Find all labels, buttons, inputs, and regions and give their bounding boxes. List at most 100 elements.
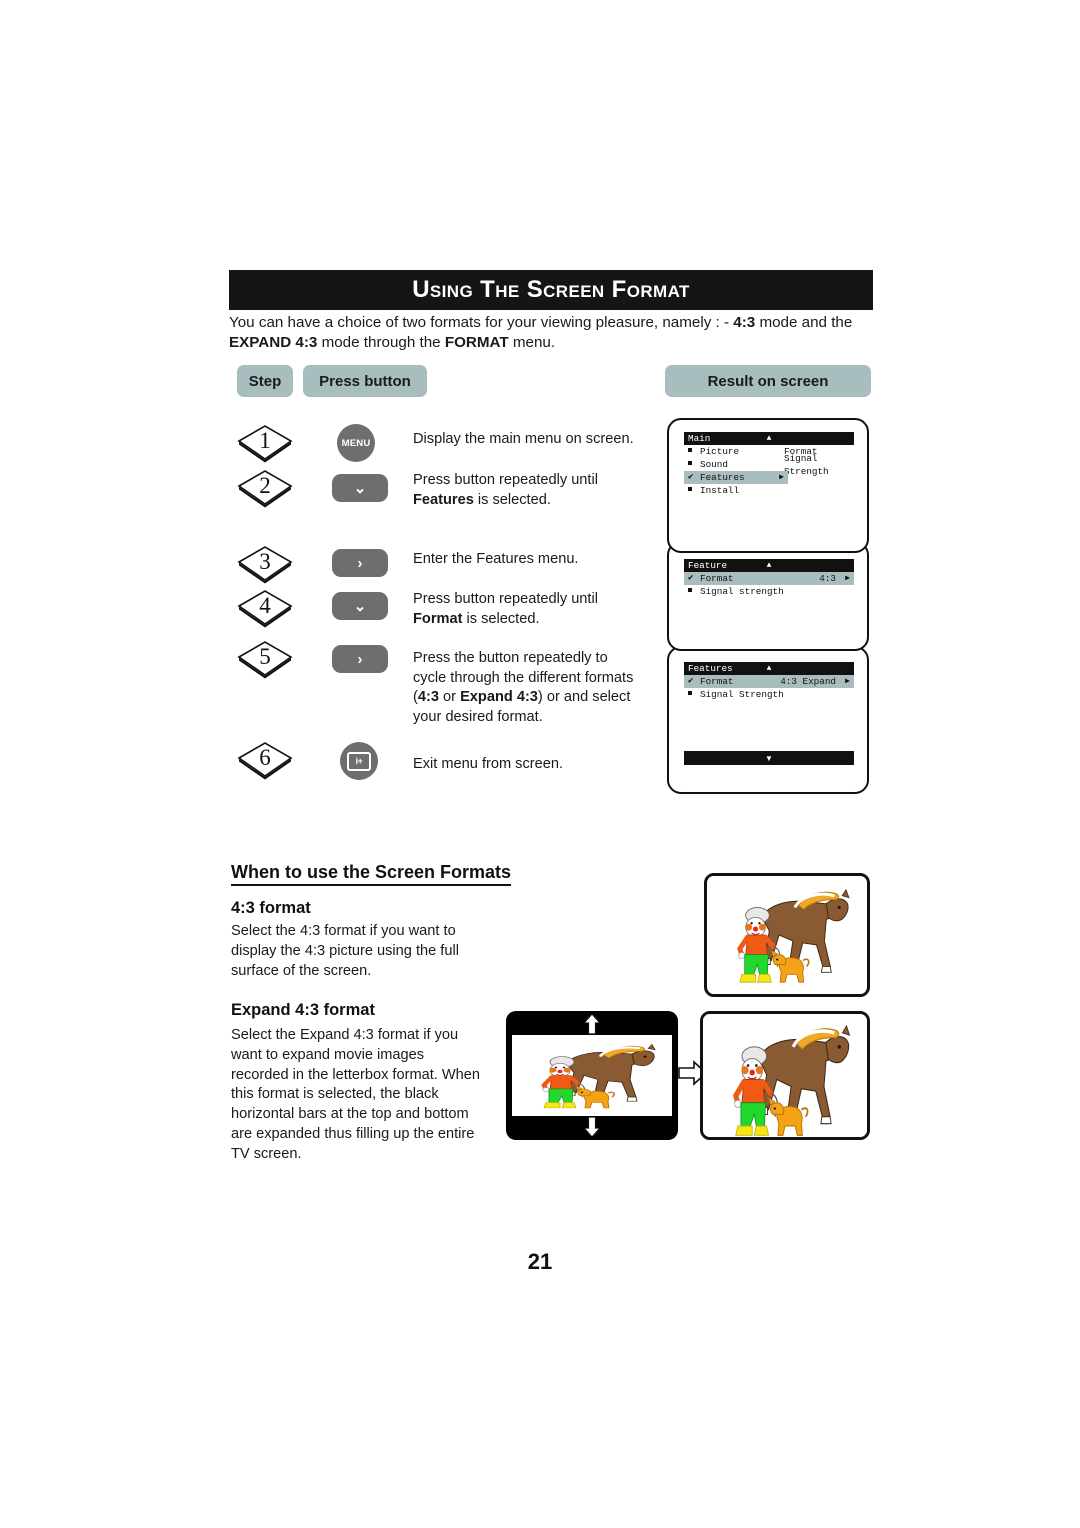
osd-row-sound-label: Sound [700,459,728,470]
page-title: Using the Screen Format [412,276,690,303]
step-5-line-2: cycle through the different formats [413,669,634,686]
osd-screen-features-expand: Features ▲ ✔ Format 4:3 Expand ▶ Signal … [667,646,869,794]
intro-part-1: You can have a choice of two formats for… [229,314,734,331]
step-5-bold-expand43: Expand 4:3 [460,689,538,706]
chevron-down-glyph-2: ⌄ [353,479,367,497]
section-title-bar: Using the Screen Format [229,270,873,310]
intro-bold-43: 4:3 [733,314,756,331]
osd-row-signal-strength-label: Signal strength [700,586,784,597]
osd-screen-feature: Feature ▲ ✔ Format 4:3 ▶ Signal strength [667,541,869,651]
bullet-square-icon [688,445,700,458]
osd-row-format-43[interactable]: ✔ Format 4:3 ▶ [684,572,854,585]
step-description-3: Enter the Features menu. [413,550,663,570]
osd-features-title-bar: Features ▲ [684,662,854,675]
check-icon: ✔ [688,573,694,583]
up-arrow-icon [581,1013,603,1035]
step-marker-6: 6 [236,738,294,780]
caret-right-icon: ▶ [845,574,850,583]
body-43-format: Select the 4:3 format if you want to dis… [231,923,459,979]
step-number-4: 4 [259,593,271,618]
osd-main-content: Main ▲ Picture Format Sound Signal Stren… [684,432,854,497]
osd-features-title: Features [688,663,733,674]
illustration-43-screen [704,873,870,997]
scroll-up-icon: ▲ [766,561,772,570]
step-1-line-1: Display the main menu on screen. [413,431,634,447]
illustration-letterbox-screen [506,1011,678,1140]
caret-right-icon: ▶ [779,473,784,482]
osd-row-features[interactable]: ✔ Features ▶ [684,471,788,484]
osd-features-expand-content: Features ▲ ✔ Format 4:3 Expand ▶ Signal … [684,662,854,701]
osd-row-features-label: Features [700,472,745,483]
body-expand-43-format: Select the Expand 4:3 format if you want… [231,1027,481,1162]
step-description-2: Press button repeatedly until Features i… [413,471,663,510]
step-marker-3: 3 [236,542,294,584]
osd-feature-title: Feature [688,560,728,571]
osd-row-signal-strength[interactable]: Signal strength [684,585,854,598]
step-number-5: 5 [259,644,271,669]
step-number-1: 1 [259,428,271,453]
step-5-bold-43: 4:3 [417,689,439,706]
osd-screen-main: Main ▲ Picture Format Sound Signal Stren… [667,418,869,553]
step-marker-1: 1 [236,421,294,463]
chevron-right-glyph-3: › [357,554,363,572]
step-5-line-3-close: ) or and select [537,689,631,706]
step-marker-5: 5 [236,637,294,679]
step-description-1: Display the main menu on screen. [413,430,663,450]
intro-part-3: mode through the [317,334,445,351]
step-number-2: 2 [259,473,271,498]
intro-paragraph: You can have a choice of two formats for… [229,313,879,353]
status-display-icon[interactable]: i+ [340,742,378,780]
osd-scroll-down-bar[interactable]: ▼ [684,751,854,765]
step-2-bold: Features [413,491,474,508]
column-header-step: Step [237,365,293,397]
page-number: 21 [527,1249,553,1274]
scroll-up-icon: ▲ [766,434,772,443]
clown-horse-dog-scene-letterbox [512,1035,672,1116]
manual-page: Using the Screen Format You can have a c… [0,0,1080,1528]
step-marker-2: 2 [236,466,294,508]
column-header-press-button: Press button [303,365,427,397]
osd-main-title: Main [688,433,711,444]
chevron-right-icon-step3[interactable]: › [332,549,388,577]
menu-button-icon[interactable]: MENU [337,424,375,462]
intro-part-4: menu. [508,334,556,351]
step-4-line-2-post: is selected. [462,610,540,627]
osd-row-signal-strength-2[interactable]: Signal Strength [684,688,854,701]
step-description-4: Press button repeatedly until Format is … [413,590,663,629]
osd-row-format-expand-label: Format [700,676,734,687]
osd-feature-title-bar: Feature ▲ [684,559,854,572]
osd-row-install[interactable]: Install [684,484,854,497]
intro-bold-expand43: EXPAND 4:3 [229,334,318,351]
step-description-6: Exit menu from screen. [413,755,663,775]
osd-row-format-expand[interactable]: ✔ Format 4:3 Expand ▶ [684,675,854,688]
chevron-right-icon-step5[interactable]: › [332,645,388,673]
caret-right-icon: ▶ [845,677,850,686]
check-icon: ✔ [688,472,694,482]
osd-row-signal-strength-2-label: Signal Strength [700,689,784,700]
down-arrow-icon [581,1116,603,1138]
step-3-line-1: Enter the Features menu. [413,551,579,567]
column-header-result-on-screen: Result on screen [665,365,871,397]
menu-button-label: MENU [341,437,371,449]
chevron-down-icon-step2[interactable]: ⌄ [332,474,388,502]
scroll-up-icon: ▲ [766,664,772,673]
heading-43-format: 4:3 format [231,899,311,917]
scroll-down-icon: ▼ [765,753,773,763]
osd-row-format-expand-value: 4:3 Expand [780,676,836,687]
chevron-down-glyph-4: ⌄ [353,597,367,615]
chevron-down-icon-step4[interactable]: ⌄ [332,592,388,620]
osd-row-sound[interactable]: Sound Signal Strength [684,453,854,477]
osd-row-picture-label: Picture [700,446,740,457]
status-display-glyph: i+ [347,751,371,771]
bullet-square-icon [688,585,700,598]
step-5-line-1: Press the button repeatedly to [413,650,608,666]
bullet-square-icon [688,688,700,701]
step-4-bold: Format [413,610,463,627]
bullet-square-icon [688,484,700,497]
when-to-use-heading: When to use the Screen Formats [231,862,512,886]
clown-horse-dog-scene-43 [707,876,867,994]
step-6-line-1: Exit menu from screen. [413,756,564,772]
letterbox-picture-area [512,1035,672,1116]
clown-horse-dog-scene-expanded [703,1014,867,1137]
bullet-square-icon [688,458,700,471]
